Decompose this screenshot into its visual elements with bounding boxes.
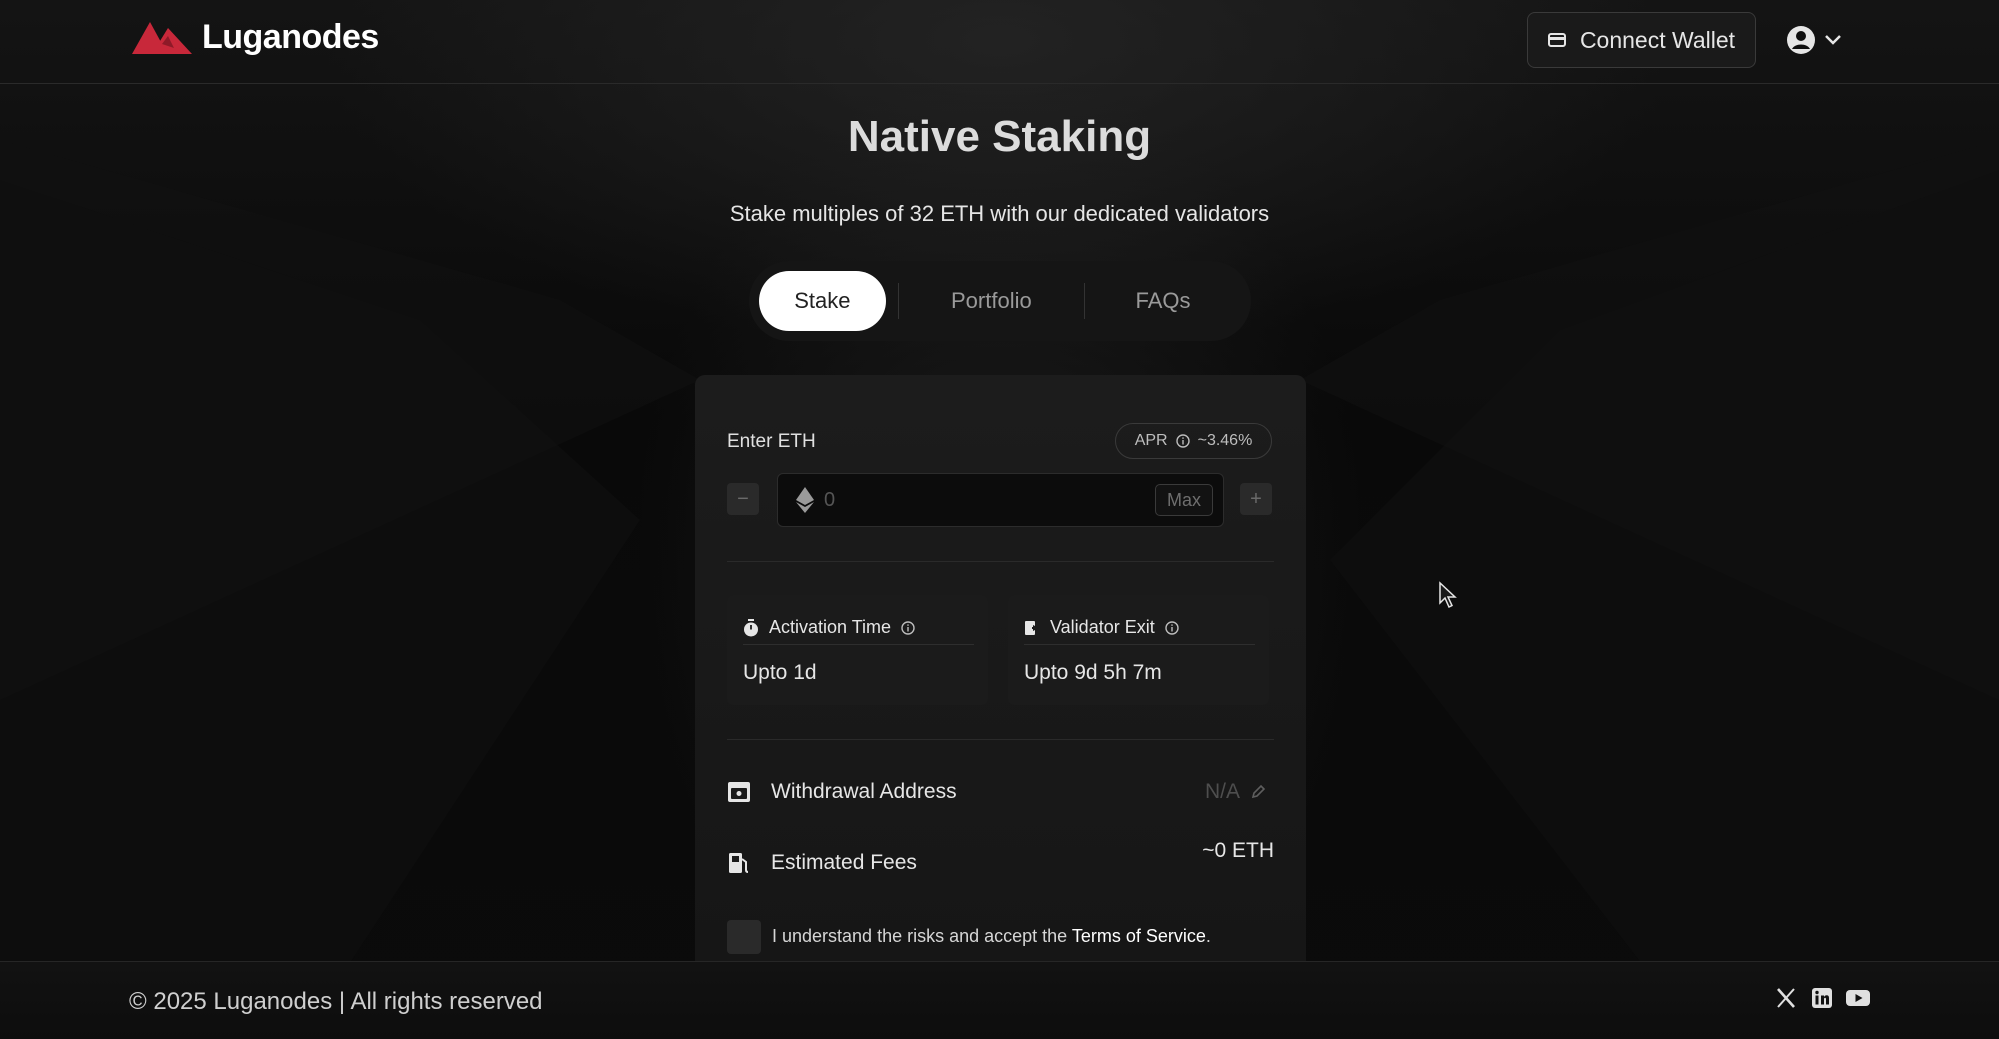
withdrawal-address-row: Withdrawal Address N/A	[727, 772, 1274, 812]
info-icon[interactable]	[1165, 620, 1179, 635]
info-icon[interactable]	[901, 620, 915, 635]
mouse-cursor-icon	[1439, 581, 1457, 609]
vault-icon	[728, 782, 750, 802]
fuel-icon	[729, 853, 749, 873]
estimated-fees-value-group: ~0 ETH	[1202, 839, 1274, 863]
social-links	[1774, 986, 1870, 1010]
enter-eth-label: Enter ETH	[727, 431, 816, 452]
brand-name: Luganodes	[202, 17, 379, 56]
youtube-link[interactable]	[1846, 986, 1870, 1010]
terms-of-service-link[interactable]: Terms of Service	[1072, 926, 1206, 946]
chevron-down-icon	[1825, 35, 1841, 45]
youtube-icon	[1846, 990, 1870, 1006]
x-link[interactable]	[1774, 986, 1798, 1010]
page-subtitle: Stake multiples of 32 ETH with our dedic…	[729, 201, 1270, 226]
validator-exit-value: Upto 9d 5h 7m	[1024, 661, 1162, 684]
withdrawal-address-value: N/A	[1204, 780, 1240, 803]
eth-input-container: Max	[777, 473, 1224, 527]
activation-time-card: Activation Time Upto 1d	[727, 595, 988, 705]
exit-icon	[1025, 620, 1039, 635]
ethereum-icon	[796, 487, 814, 513]
validator-exit-header: Validator Exit	[1024, 611, 1255, 645]
logo-mark-icon	[132, 22, 192, 54]
linkedin-icon	[1812, 988, 1832, 1008]
brand-logo[interactable]: Luganodes	[132, 14, 379, 60]
terms-statement: I understand the risks and accept the Te…	[772, 926, 1211, 947]
validator-exit-card: Validator Exit Upto 9d 5h 7m	[1008, 595, 1269, 705]
info-icon	[1175, 434, 1190, 448]
estimated-fees-value: ~0 ETH	[1202, 839, 1274, 862]
apr-label: APR	[1134, 432, 1168, 449]
top-navbar: Luganodes Connect Wallet	[0, 0, 1999, 84]
linkedin-link[interactable]	[1810, 986, 1834, 1010]
x-icon	[1777, 988, 1795, 1008]
stake-card: Enter ETH APR ~3.46% − Max +	[695, 375, 1306, 975]
user-icon	[1787, 26, 1815, 54]
eth-amount-input[interactable]	[824, 484, 1124, 516]
page-title: Native Staking	[847, 112, 1152, 161]
edit-icon[interactable]	[1250, 784, 1266, 800]
withdrawal-address-label: Withdrawal Address	[771, 780, 957, 803]
activation-time-label: Activation Time	[769, 617, 892, 637]
page: Luganodes Connect Wallet Native Staking …	[0, 0, 1999, 1039]
max-button[interactable]: Max	[1155, 484, 1213, 516]
validator-exit-label: Validator Exit	[1050, 617, 1155, 637]
increment-button[interactable]: +	[1240, 483, 1272, 515]
decrement-button[interactable]: −	[727, 483, 759, 515]
stopwatch-icon	[744, 618, 758, 636]
apr-value: ~3.46%	[1197, 432, 1253, 449]
accept-terms-checkbox[interactable]	[727, 920, 761, 954]
activation-time-header: Activation Time	[743, 611, 974, 645]
section-divider	[727, 739, 1274, 740]
section-divider	[727, 561, 1274, 562]
tab-stake[interactable]: Stake	[759, 271, 886, 331]
copyright-text: © 2025 Luganodes | All rights reserved	[129, 988, 543, 1015]
withdrawal-address-value-group: N/A	[1205, 780, 1274, 804]
connect-wallet-label: Connect Wallet	[1579, 26, 1736, 53]
connect-wallet-button[interactable]: Connect Wallet	[1527, 12, 1756, 68]
tab-bar: Stake Portfolio FAQs	[749, 261, 1251, 341]
activation-time-value: Upto 1d	[743, 661, 817, 684]
footer: © 2025 Luganodes | All rights reserved	[0, 961, 1999, 1039]
terms-prefix: I understand the risks and accept the	[772, 926, 1072, 946]
wallet-icon	[1547, 33, 1566, 47]
tab-portfolio[interactable]: Portfolio	[899, 271, 1084, 331]
apr-badge[interactable]: APR ~3.46%	[1115, 423, 1272, 459]
estimated-fees-label: Estimated Fees	[771, 851, 917, 874]
tab-faqs[interactable]: FAQs	[1085, 271, 1241, 331]
account-menu-button[interactable]	[1786, 22, 1852, 58]
terms-suffix: .	[1205, 926, 1211, 946]
estimated-fees-row: Estimated Fees ~0 ETH	[727, 839, 1274, 883]
